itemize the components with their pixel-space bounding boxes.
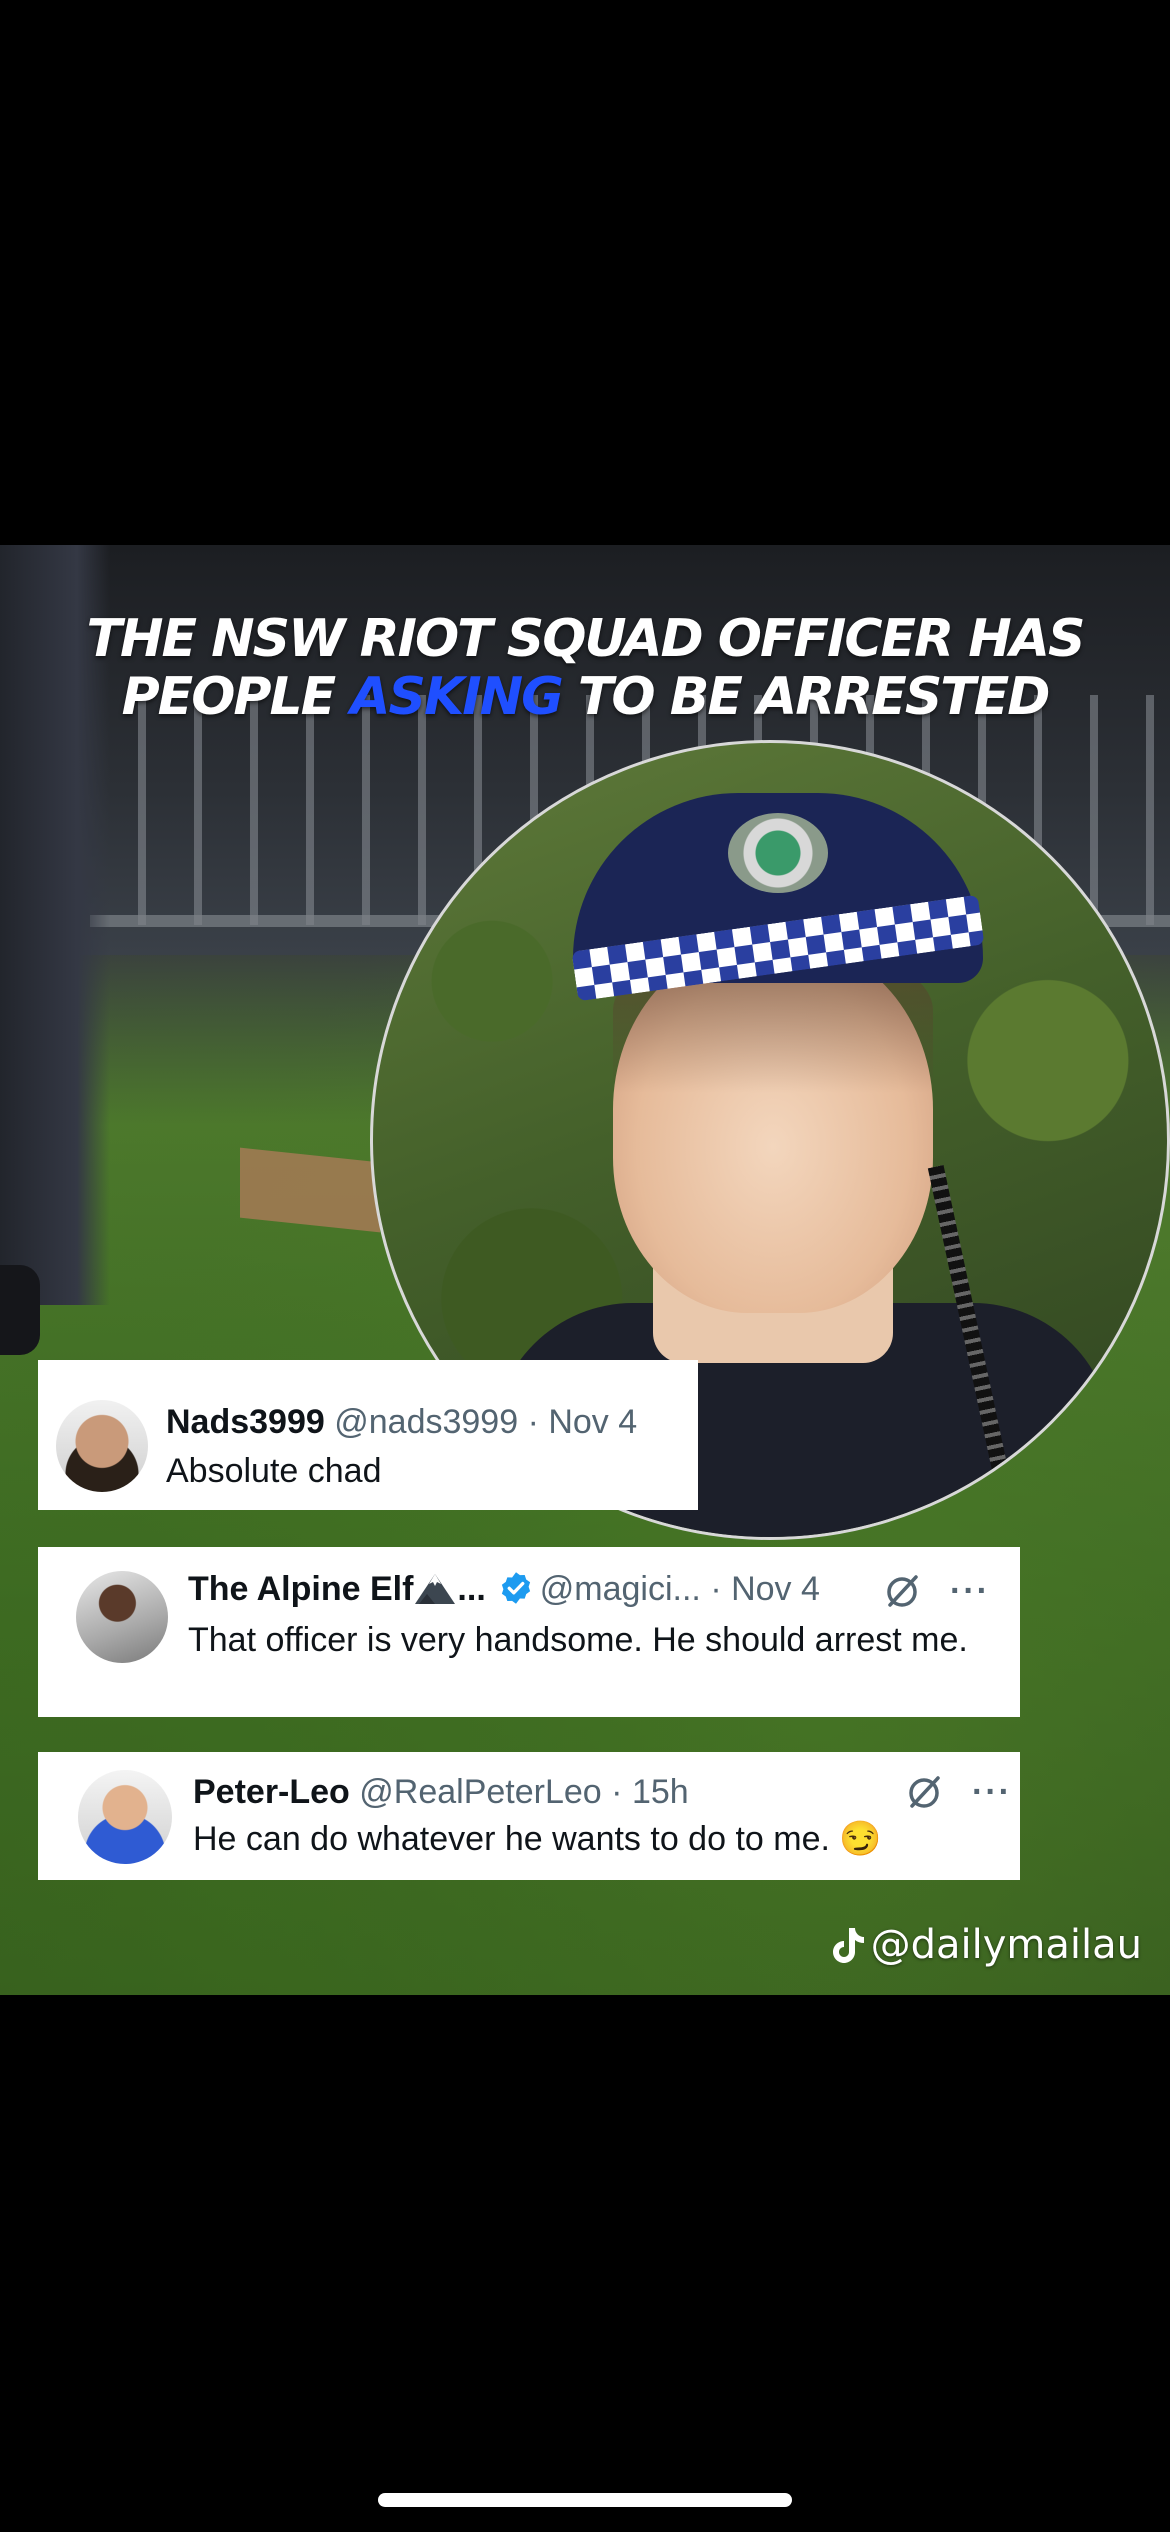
tweet-text: That officer is very handsome. He should… <box>188 1621 968 1659</box>
tweet-text: Absolute chad <box>166 1452 382 1490</box>
tweet-card[interactable]: Peter-Leo @RealPeterLeo · 15h ··· He can… <box>38 1752 1020 1880</box>
tweet-actions: ··· <box>904 1772 1012 1812</box>
headline: THE NSW RIOT SQUAD OFFICER HAS PEOPLE AS… <box>30 610 1140 726</box>
headline-text-end: TO BE ARRESTED <box>561 667 1051 727</box>
tweet-card[interactable]: The Alpine Elf... @magici... · Nov 4 ··· … <box>38 1547 1020 1717</box>
avatar[interactable] <box>76 1571 168 1663</box>
tiktok-watermark: @dailymailau <box>827 1920 1142 1970</box>
tiktok-handle: @dailymailau <box>870 1922 1142 1968</box>
tweet-author-name[interactable]: Nads3999 <box>166 1403 325 1441</box>
tweet-header: Peter-Leo @RealPeterLeo · 15h <box>193 1772 689 1812</box>
mountain-icon <box>415 1574 456 1604</box>
person-shoe <box>0 1265 40 1355</box>
grok-icon[interactable] <box>904 1772 944 1812</box>
grok-icon[interactable] <box>882 1571 922 1611</box>
tweet-handle[interactable]: @magici... <box>540 1570 701 1608</box>
tiktok-icon <box>832 1928 864 1963</box>
verified-badge-icon <box>501 1572 530 1604</box>
more-options-icon[interactable]: ··· <box>972 1774 1012 1810</box>
name-truncation: ... <box>457 1570 486 1608</box>
tweet-date[interactable]: · Nov 4 <box>528 1403 638 1441</box>
tweet-date[interactable]: · Nov 4 <box>710 1570 820 1608</box>
tweet-card[interactable]: Nads3999 @nads3999 · Nov 4 Absolute chad <box>38 1360 698 1510</box>
headline-line-2: PEOPLE ASKING TO BE ARRESTED <box>30 668 1140 726</box>
police-badge <box>728 813 828 893</box>
avatar[interactable] <box>56 1400 148 1492</box>
headline-text: PEOPLE <box>121 667 351 727</box>
avatar[interactable] <box>78 1770 172 1864</box>
headline-accent: ASKING <box>350 667 564 727</box>
tweet-author-name[interactable]: Peter-Leo <box>193 1773 350 1811</box>
tweet-handle[interactable]: @RealPeterLeo <box>359 1773 601 1811</box>
tweet-date[interactable]: · 15h <box>611 1773 689 1811</box>
tweet-handle[interactable]: @nads3999 <box>334 1403 518 1441</box>
tweet-header: The Alpine Elf... @magici... · Nov 4 <box>188 1569 820 1609</box>
cardboard-piece <box>240 1147 380 1233</box>
tweet-author-name[interactable]: The Alpine Elf <box>188 1570 413 1608</box>
tweet-text: He can do whatever he wants to do to me.… <box>193 1820 882 1858</box>
home-indicator[interactable] <box>378 2493 792 2507</box>
tweet-actions: ··· <box>882 1571 990 1611</box>
tweet-header: Nads3999 @nads3999 · Nov 4 <box>166 1402 637 1442</box>
headline-line-1: THE NSW RIOT SQUAD OFFICER HAS <box>86 609 1086 669</box>
more-options-icon[interactable]: ··· <box>950 1573 990 1609</box>
